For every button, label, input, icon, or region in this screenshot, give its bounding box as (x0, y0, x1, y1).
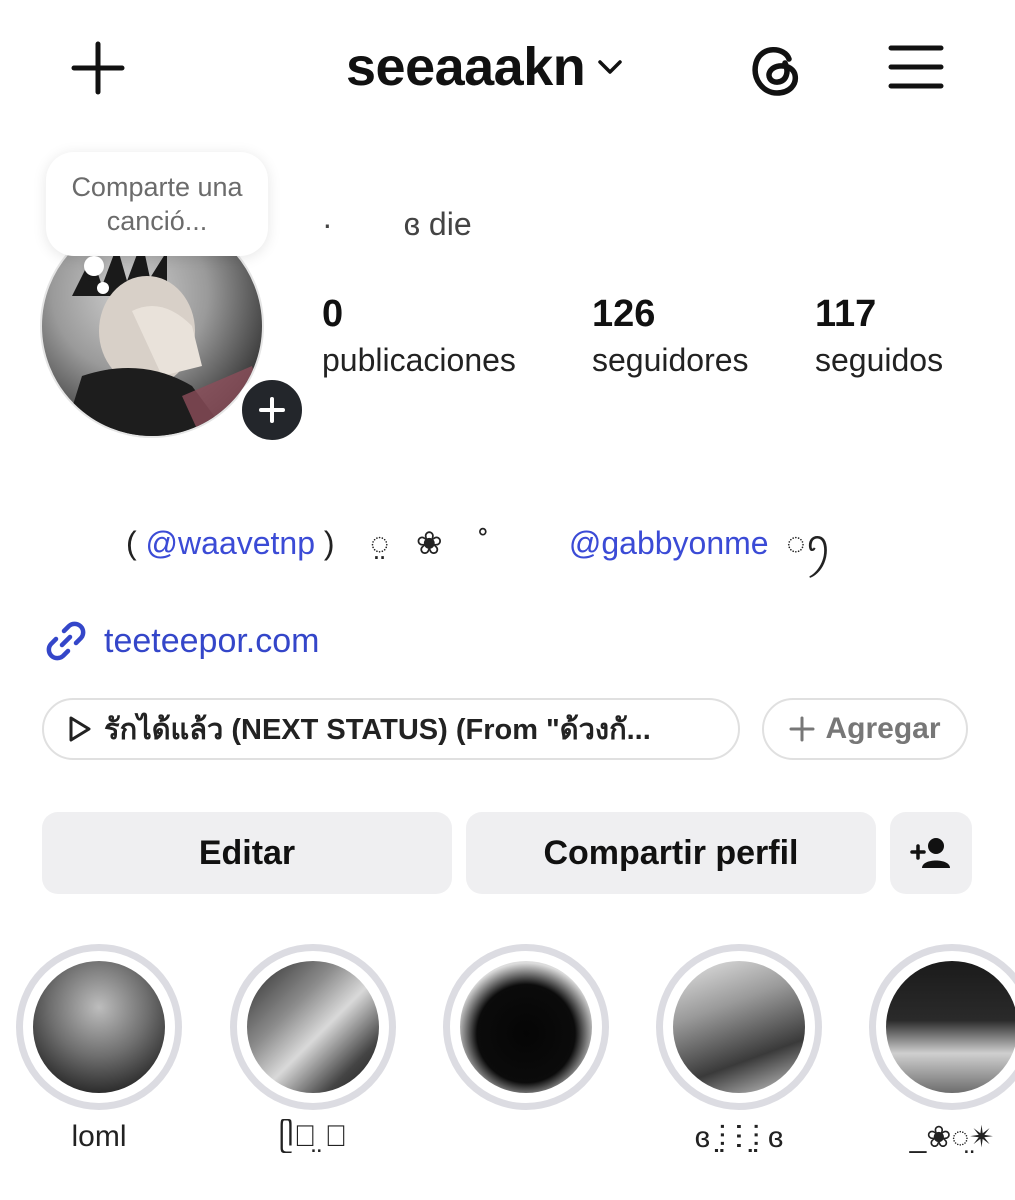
stat-followers[interactable]: 126 seguidores (592, 292, 749, 384)
discover-people-button[interactable] (890, 812, 972, 894)
share-profile-button[interactable]: Compartir perfil (466, 812, 876, 894)
stat-number: 0 (322, 293, 344, 335)
highlight-label: ᥫ᭡̤ ⍰ (278, 1120, 348, 1153)
bio: ( @waavetnp ) ◌̤ ❀ ˚ @gabbyonme ◌ꪆ (126, 512, 831, 579)
add-label: Agregar (825, 712, 941, 745)
highlight-cover (460, 961, 592, 1093)
highlight-ring (443, 944, 609, 1110)
website-link[interactable]: teeteepor.com (42, 617, 319, 665)
hamburger-menu-icon (888, 45, 944, 89)
note-text: Comparte una canció... (71, 172, 243, 236)
add-story-button[interactable] (236, 374, 308, 446)
display-name: · ɞ die (322, 206, 472, 242)
note-bubble[interactable]: Comparte una canció... (46, 152, 268, 256)
username: seeaaakn (346, 37, 586, 97)
add-user-icon (910, 838, 950, 868)
play-icon (69, 716, 91, 742)
plus-icon (789, 716, 815, 742)
bio-text: ) ◌̤ ❀ ˚ (315, 525, 569, 561)
create-button[interactable] (60, 30, 136, 106)
note-bubble-tail-small (97, 282, 109, 294)
highlight-ring (869, 944, 1015, 1110)
plus-icon (71, 41, 125, 95)
story-highlight[interactable]: _❀◌̤✴ (869, 944, 1015, 1160)
threads-icon (752, 47, 799, 96)
threads-button[interactable] (740, 30, 810, 106)
plus-icon (259, 397, 285, 423)
highlight-ring (230, 944, 396, 1110)
add-button[interactable]: Agregar (762, 698, 968, 760)
highlight-ring (656, 944, 822, 1110)
story-highlight[interactable]: loml (16, 944, 182, 1160)
highlight-cover (886, 961, 1015, 1093)
mention-link[interactable]: @waavetnp (146, 525, 315, 561)
link-icon (46, 621, 86, 661)
edit-profile-button[interactable]: Editar (42, 812, 452, 894)
music-title: รักได้แล้ว (NEXT STATUS) (From "ด้วงกั..… (104, 714, 651, 746)
highlight-cover (247, 961, 379, 1093)
edit-label: Editar (198, 833, 296, 872)
highlight-label: loml (71, 1120, 127, 1153)
highlight-label (443, 1120, 609, 1160)
stat-posts[interactable]: 0 publicaciones (322, 292, 516, 384)
highlight-cover (673, 961, 805, 1093)
stat-number: 126 (592, 293, 656, 335)
highlight-label: _❀◌̤✴ (909, 1121, 995, 1154)
top-bar: seeaaakn (0, 0, 1015, 130)
share-label: Compartir perfil (543, 833, 799, 872)
stat-label: seguidores (592, 342, 749, 378)
story-highlight[interactable] (443, 944, 609, 1160)
link-text: teeteepor.com (104, 621, 320, 660)
account-switcher[interactable]: seeaaakn (346, 36, 623, 98)
menu-button[interactable] (880, 34, 952, 100)
bio-text: ◌ꪆ (768, 525, 832, 561)
stat-label: seguidos (815, 342, 944, 378)
stat-number: 117 (815, 293, 877, 335)
music-pill[interactable]: รักได้แล้ว (NEXT STATUS) (From "ด้วงกั..… (42, 698, 740, 760)
story-highlight[interactable]: ᥫ᭡̤ ⍰ (230, 944, 396, 1160)
mention-link[interactable]: @gabbyonme (569, 525, 769, 561)
chevron-down-icon (598, 60, 622, 74)
story-highlight[interactable]: ɞ ⫶̤ ⵗ ⫶̤ ɞ (656, 944, 822, 1160)
highlight-ring (16, 944, 182, 1110)
highlight-cover (33, 961, 165, 1093)
stat-label: publicaciones (322, 342, 516, 378)
stat-following[interactable]: 117 seguidos (815, 292, 943, 384)
bio-text: ( (126, 525, 146, 561)
highlight-label: ɞ ⫶̤ ⵗ ⫶̤ ɞ (694, 1121, 784, 1154)
note-bubble-tail (84, 256, 104, 276)
